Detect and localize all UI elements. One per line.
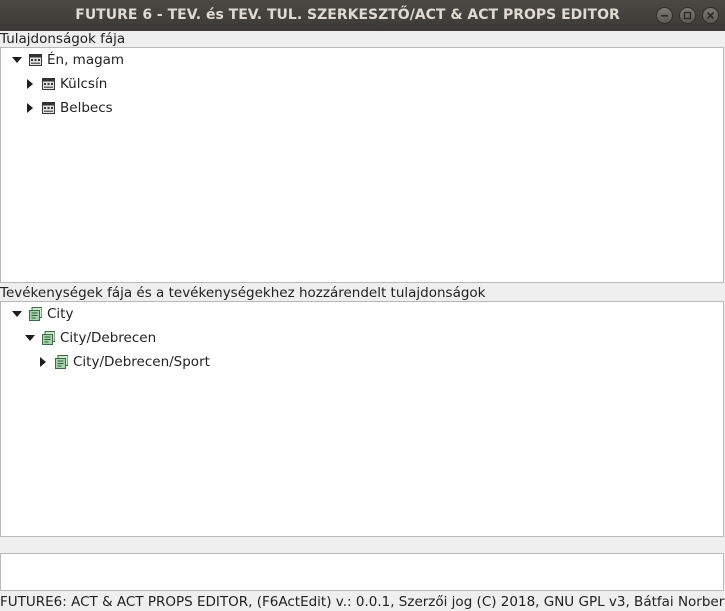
window-title: FUTURE 6 - TEV. és TEV. TUL. SZERKESZTŐ/…	[75, 7, 620, 23]
tree-node-label: Én, magam	[47, 52, 125, 68]
status-bar: FUTURE6: ACT & ACT PROPS EDITOR, (F6ActE…	[0, 594, 725, 610]
props-icon	[42, 102, 55, 115]
expanded-arrow-icon[interactable]	[24, 332, 36, 344]
tree-node-kulcsin[interactable]: Külcsín	[24, 73, 107, 95]
tree-node-belbecs[interactable]: Belbecs	[24, 97, 113, 119]
expanded-arrow-icon[interactable]	[11, 308, 23, 320]
props-tree-label: Tulajdonságok fája	[0, 31, 126, 47]
props-tree-panel[interactable]: Én, magam Külcsín Belbecs	[0, 47, 724, 283]
tree-node-label: City/Debrecen/Sport	[73, 354, 210, 370]
collapsed-arrow-icon[interactable]	[24, 102, 36, 114]
maximize-button[interactable]	[679, 7, 696, 24]
minimize-icon	[661, 15, 668, 17]
close-icon	[706, 11, 715, 20]
tree-node-label: City/Debrecen	[60, 330, 157, 346]
activity-icon	[29, 307, 42, 321]
tree-node-label: Külcsín	[60, 76, 108, 92]
acts-tree-label: Tevékenységek fája és a tevékenységekhez…	[0, 285, 486, 301]
text-input-area[interactable]	[0, 553, 724, 591]
props-icon	[42, 78, 55, 91]
window-titlebar: FUTURE 6 - TEV. és TEV. TUL. SZERKESZTŐ/…	[0, 0, 725, 31]
tree-node-label: City	[47, 306, 74, 322]
collapsed-arrow-icon[interactable]	[37, 356, 49, 368]
tree-node-city[interactable]: City	[11, 303, 73, 325]
acts-tree-panel[interactable]: City City/Debrecen City/Debrecen/Sport	[0, 301, 724, 537]
window-controls	[656, 7, 719, 24]
tree-node-en-magam[interactable]: Én, magam	[11, 49, 124, 71]
activity-icon	[42, 331, 55, 345]
collapsed-arrow-icon[interactable]	[24, 78, 36, 90]
tree-node-city-debrecen-sport[interactable]: City/Debrecen/Sport	[37, 351, 210, 373]
tree-node-label: Belbecs	[60, 100, 113, 116]
close-button[interactable]	[702, 7, 719, 24]
activity-icon	[55, 355, 68, 369]
tree-node-city-debrecen[interactable]: City/Debrecen	[24, 327, 156, 349]
props-icon	[29, 54, 42, 67]
maximize-icon	[683, 11, 692, 20]
expanded-arrow-icon[interactable]	[11, 54, 23, 66]
minimize-button[interactable]	[656, 7, 673, 24]
